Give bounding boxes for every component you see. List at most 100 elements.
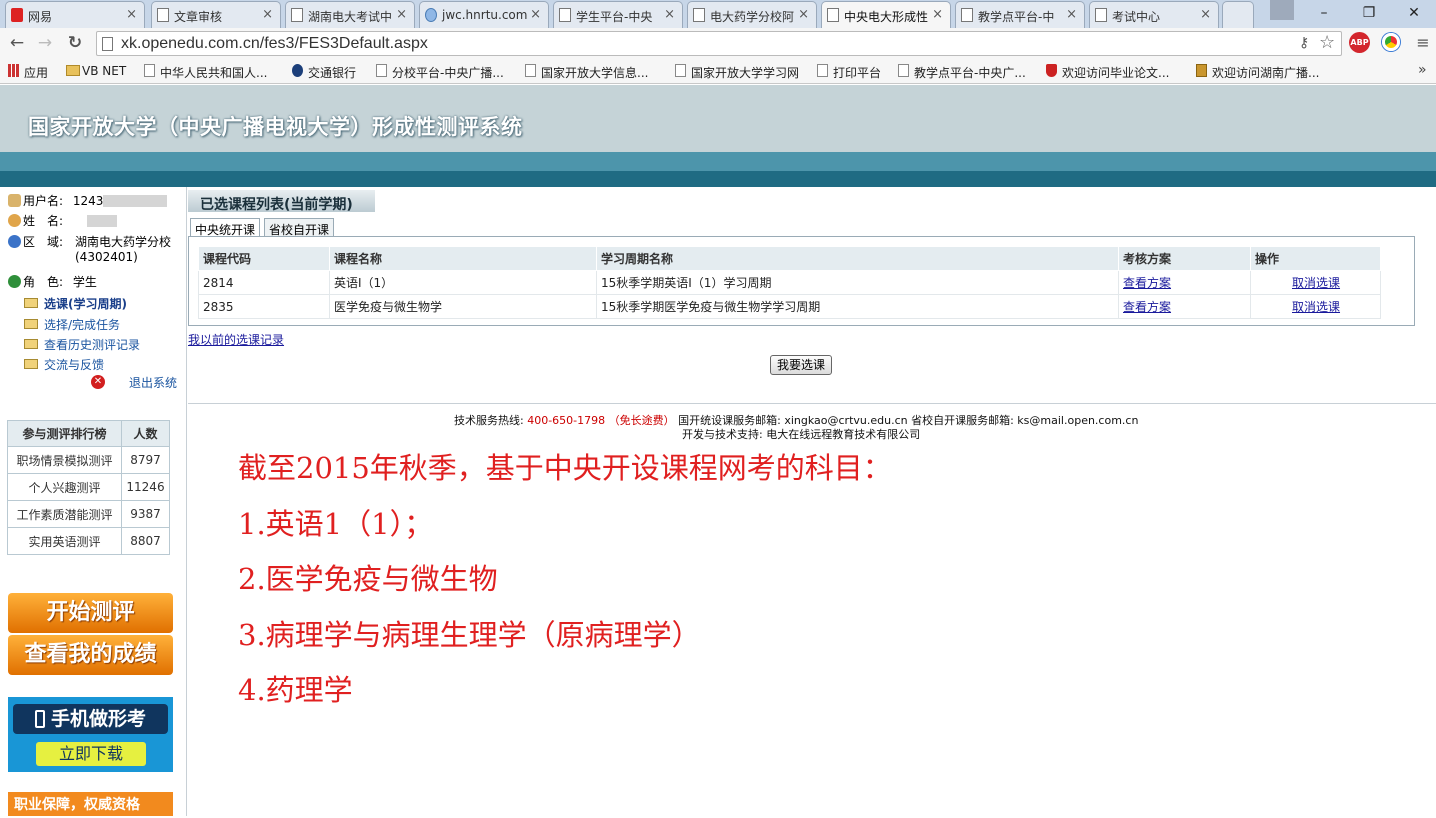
annotation-line: 4.药理学 (238, 673, 353, 707)
bookmark-folder[interactable]: VB NET (64, 64, 126, 78)
download-button[interactable]: 立即下载 (36, 742, 146, 766)
maximize-button[interactable]: ❐ (1347, 0, 1391, 26)
tab-close-icon[interactable]: × (798, 7, 809, 22)
close-window-button[interactable]: ✕ (1392, 0, 1436, 26)
table-row: 实用英语测评 8807 (7, 527, 170, 555)
tab-close-icon[interactable]: × (126, 7, 137, 22)
globe-icon (8, 235, 21, 248)
view-scores-banner[interactable]: 查看我的成绩 (8, 635, 173, 675)
folder-icon (24, 298, 38, 308)
back-arrow-icon[interactable]: ← (6, 32, 28, 54)
browser-toolbar: ← → ↻ xk.openedu.com.cn/fes3/FES3Default… (0, 28, 1436, 59)
ranking-count: 11246 (121, 473, 170, 501)
menu-item-course-selection[interactable]: 选课(学习周期) (24, 295, 127, 312)
browser-tab[interactable]: 学生平台-中央 × (553, 1, 683, 28)
course-code: 2814 (198, 270, 330, 295)
view-plan-link[interactable]: 查看方案 (1123, 276, 1171, 290)
ranking-count: 8797 (121, 446, 170, 474)
tab-close-icon[interactable]: × (1066, 7, 1077, 22)
tab-close-icon[interactable]: × (396, 7, 407, 22)
browser-tab[interactable]: 考试中心 × (1089, 1, 1219, 28)
tab-close-icon[interactable]: × (664, 7, 675, 22)
user-card-icon (8, 194, 21, 207)
tab-close-icon[interactable]: × (530, 7, 541, 22)
career-banner[interactable]: 职业保障，权威资格 (8, 792, 173, 816)
page-icon (961, 8, 973, 22)
ranking-header-count: 人数 (121, 420, 170, 447)
menu-item-tasks[interactable]: 选择/完成任务 (24, 316, 120, 333)
table-row: 职场情景模拟测评 8797 (7, 446, 170, 474)
page-info-icon[interactable] (102, 37, 113, 51)
cancel-course-link[interactable]: 取消选课 (1292, 300, 1340, 314)
select-course-button[interactable]: 我要选课 (770, 355, 832, 375)
bookmark-item[interactable]: 国家开放大学信息... (523, 64, 648, 81)
key-icon[interactable]: ⚷ (1299, 35, 1309, 51)
footer-email-provincial: 省校自开课服务邮箱: ks@mail.open.com.cn (911, 414, 1139, 427)
page-icon (1095, 8, 1107, 22)
page-icon (817, 64, 828, 77)
column-header: 课程名称 (329, 246, 597, 271)
browser-tab[interactable]: 文章审核 × (151, 1, 281, 28)
browser-tab-active[interactable]: 中央电大形成性 × (821, 1, 951, 29)
browser-tab[interactable]: 湖南电大考试中 × (285, 1, 415, 28)
role-value: 学生 (72, 275, 97, 289)
menu-item-feedback[interactable]: 交流与反馈 (24, 356, 104, 373)
name-row: 姓 名: (8, 212, 117, 229)
logout-link[interactable]: 退出系统 (129, 374, 177, 391)
region-value: 湖南电大药学分校 (75, 235, 172, 249)
browser-tab[interactable]: 教学点平台-中 × (955, 1, 1085, 28)
tab-close-icon[interactable]: × (1200, 7, 1211, 22)
bookmark-item[interactable]: 中华人民共和国人... (142, 64, 267, 81)
page-icon (376, 64, 387, 77)
role-icon (8, 275, 21, 288)
reload-icon[interactable]: ↻ (64, 32, 86, 54)
tab-close-icon[interactable]: × (932, 7, 943, 22)
ranking-count: 9387 (121, 500, 170, 528)
bookmark-item[interactable]: 分校平台-中央广播... (374, 64, 504, 81)
ranking-count: 8807 (121, 527, 170, 555)
profile-icon[interactable] (1270, 0, 1294, 20)
start-test-banner[interactable]: 开始测评 (8, 593, 173, 633)
bookmark-item[interactable]: 国家开放大学学习网 (673, 64, 799, 81)
bookmark-star-icon[interactable]: ☆ (1319, 32, 1335, 53)
address-bar[interactable]: xk.openedu.com.cn/fes3/FES3Default.aspx … (96, 31, 1342, 56)
menu-icon[interactable]: ≡ (1412, 32, 1434, 54)
new-tab-button[interactable] (1222, 1, 1254, 28)
cancel-course-link[interactable]: 取消选课 (1292, 276, 1340, 290)
adblock-extension-icon[interactable]: ABP (1349, 32, 1370, 53)
content-divider (188, 403, 1436, 404)
folder-icon (24, 339, 38, 349)
browser-tab[interactable]: 网易 × (5, 1, 145, 28)
course-code: 2835 (198, 294, 330, 319)
history-selection-link[interactable]: 我以前的选课记录 (188, 331, 284, 348)
address-url[interactable]: xk.openedu.com.cn/fes3/FES3Default.aspx (121, 35, 428, 53)
username-value: 1243 (72, 194, 104, 208)
tab-close-icon[interactable]: × (262, 7, 273, 22)
tab-provincial-courses[interactable]: 省校自开课 (264, 218, 335, 237)
page-icon (157, 8, 169, 22)
bookmark-item[interactable]: 教学点平台-中央广... (896, 64, 1026, 81)
bookmark-item[interactable]: 欢迎访问毕业论文... (1044, 64, 1169, 81)
ranking-header: 参与测评排行榜 (7, 420, 122, 447)
annotation-line: 3.病理学与病理生理学（原病理学） (238, 618, 701, 652)
mobile-app-banner[interactable]: 手机做形考 立即下载 (8, 697, 173, 772)
bookmark-item[interactable]: 欢迎访问湖南广播... (1194, 64, 1319, 81)
bookmark-item[interactable]: 交通银行 (290, 64, 356, 81)
course-table-panel: 课程代码 课程名称 学习周期名称 考核方案 操作 2814 英语I（1） 15秋… (188, 236, 1415, 326)
logout-icon[interactable]: ✕ (91, 375, 105, 389)
bookmark-apps[interactable]: 应用 (6, 64, 48, 81)
folder-icon (24, 319, 38, 329)
tab-central-courses[interactable]: 中央统开课 (190, 218, 261, 238)
bookmarks-overflow-button[interactable]: » (1418, 62, 1427, 78)
course-table: 课程代码 课程名称 学习周期名称 考核方案 操作 2814 英语I（1） 15秋… (198, 246, 1381, 319)
browser-tab[interactable]: 电大药学分校阿 × (687, 1, 817, 28)
minimize-button[interactable]: – (1302, 0, 1346, 26)
menu-item-history[interactable]: 查看历史测评记录 (24, 336, 140, 353)
browser-tab[interactable]: jwc.hnrtu.com × (419, 1, 549, 28)
section-title: 已选课程列表(当前学期) (188, 190, 375, 214)
view-plan-link[interactable]: 查看方案 (1123, 300, 1171, 314)
forward-arrow-icon[interactable]: → (34, 32, 56, 54)
extension-icon[interactable] (1382, 33, 1400, 51)
bookmark-item[interactable]: 打印平台 (815, 64, 881, 81)
ranking-table: 参与测评排行榜 人数 职场情景模拟测评 8797 个人兴趣测评 11246 工作素质… (7, 420, 170, 555)
